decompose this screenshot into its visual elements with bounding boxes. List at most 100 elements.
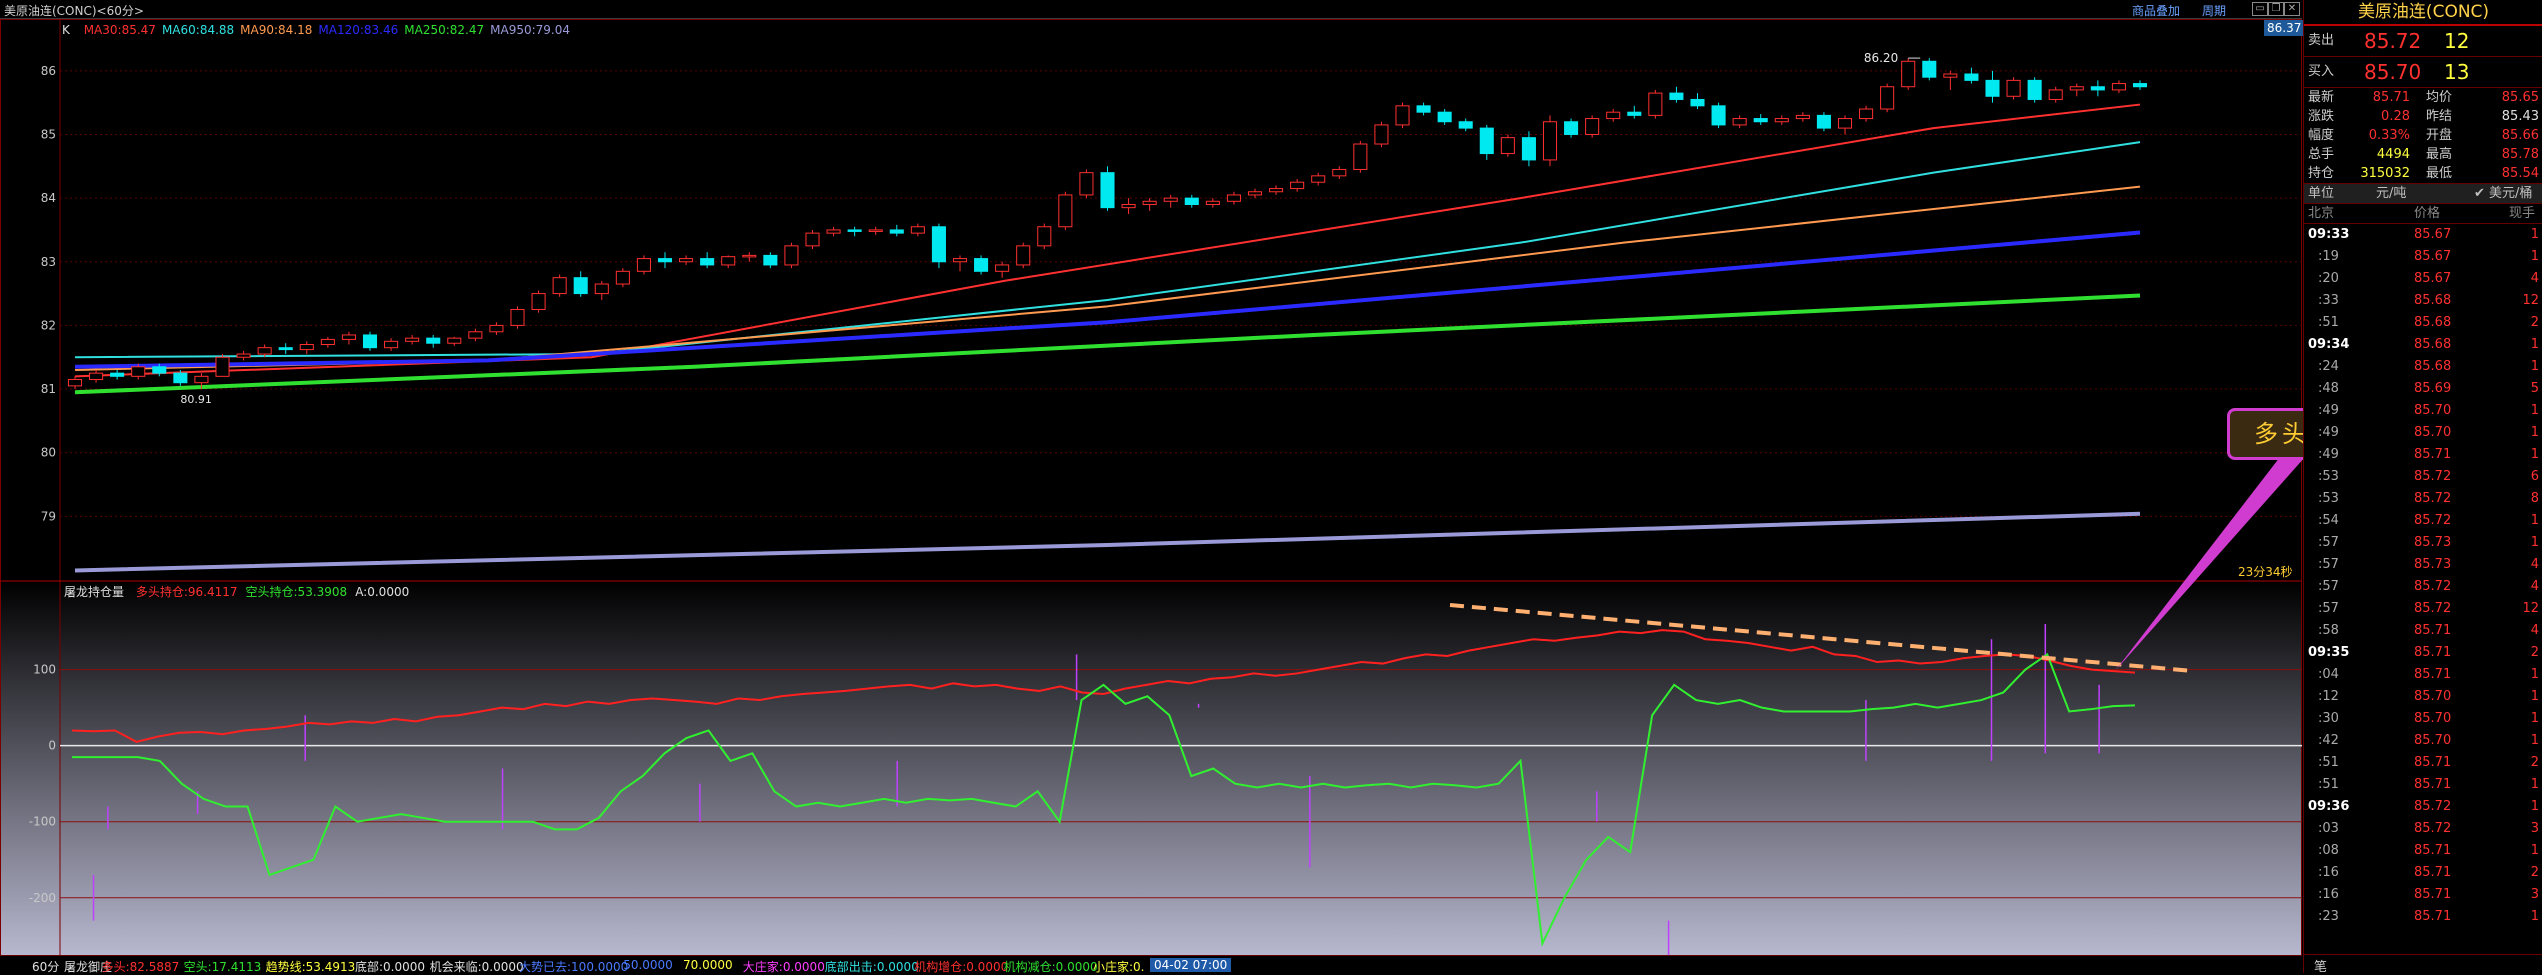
- candle-up: [67, 379, 83, 387]
- candle-up: [320, 338, 335, 346]
- tick-row[interactable]: :04 85.71 1: [2304, 664, 2542, 686]
- tick-volume: 1: [2530, 909, 2539, 924]
- kline-chart[interactable]: 86 85 84 83 82 81 80 79 100 0 -100 -200 86.20 80.91: [0, 19, 2305, 959]
- tick-row[interactable]: :49 85.71 1: [2304, 444, 2542, 466]
- tick-row[interactable]: 09:35 85.71 2: [2304, 642, 2542, 664]
- k-label: K: [62, 23, 70, 37]
- candle-down: [1711, 105, 1726, 126]
- tick-row[interactable]: 09:36 85.72 1: [2304, 796, 2542, 818]
- ma-legend-item: MA90:84.18: [240, 23, 313, 37]
- candle-up: [510, 309, 525, 326]
- tick-row[interactable]: :51 85.71 1: [2304, 774, 2542, 796]
- tick-time: :03: [2318, 821, 2339, 836]
- overlay-menu[interactable]: 商品叠加: [2132, 2, 2180, 19]
- tick-row[interactable]: :03 85.72 3: [2304, 818, 2542, 840]
- candle-down: [1753, 118, 1768, 123]
- candle-down: [1521, 137, 1536, 161]
- tick-volume: 1: [2530, 711, 2539, 726]
- price-tick-label: 83: [41, 255, 56, 269]
- candle-up: [1732, 118, 1747, 126]
- tick-volume: 1: [2530, 425, 2539, 440]
- indicator-legend-item: 空头持仓:53.3908: [245, 585, 348, 599]
- ma-legend-item: MA60:84.88: [161, 23, 235, 37]
- candle-down: [1690, 98, 1705, 107]
- tick-row[interactable]: :33 85.68 12: [2304, 290, 2542, 312]
- tick-row[interactable]: :19 85.67 1: [2304, 246, 2542, 268]
- tick-row[interactable]: :54 85.72 1: [2304, 510, 2542, 532]
- unit-usd-checkbox[interactable]: ✔ 美元/桶: [2474, 184, 2532, 203]
- tick-time: :16: [2318, 865, 2339, 880]
- ma-legend-item: MA120:83.46: [318, 23, 399, 37]
- tick-row[interactable]: :08 85.71 1: [2304, 840, 2542, 862]
- candle-down: [1669, 92, 1684, 100]
- tick-volume: 3: [2530, 821, 2539, 836]
- tick-row[interactable]: 09:34 85.68 1: [2304, 334, 2542, 356]
- stat-value: 85.54: [2501, 166, 2539, 181]
- candle-up: [1774, 118, 1789, 123]
- stat-row: 最新 85.71 均价 85.65: [2304, 88, 2542, 107]
- candle-down: [1564, 121, 1579, 135]
- tick-volume: 3: [2530, 887, 2539, 902]
- candle-up: [299, 344, 314, 351]
- candle-down: [2090, 86, 2105, 91]
- tick-row[interactable]: :53 85.72 6: [2304, 466, 2542, 488]
- indicator-name: 屠龙持仓量: [64, 585, 125, 599]
- tick-row[interactable]: :53 85.72 8: [2304, 488, 2542, 510]
- stat-label: 开盘: [2426, 128, 2453, 143]
- tick-row[interactable]: 09:33 85.67 1: [2304, 224, 2542, 246]
- candle-down: [2027, 79, 2042, 100]
- candle-up: [594, 283, 609, 295]
- unit-row[interactable]: 单位 元/吨 ✔ 美元/桶: [2304, 184, 2542, 204]
- tick-row[interactable]: :24 85.68 1: [2304, 356, 2542, 378]
- candle-down: [173, 372, 188, 384]
- chart-area[interactable]: 86 85 84 83 82 81 80 79 100 0 -100 -200 86.20 80.91: [0, 19, 2305, 959]
- tick-row[interactable]: :51 85.68 2: [2304, 312, 2542, 334]
- tick-row[interactable]: :16 85.71 2: [2304, 862, 2542, 884]
- bid-row[interactable]: 买入 85.70 13: [2304, 57, 2542, 88]
- tick-row[interactable]: :16 85.71 3: [2304, 884, 2542, 906]
- tick-time: 09:36: [2308, 799, 2350, 814]
- tick-row[interactable]: :48 85.69 5: [2304, 378, 2542, 400]
- close-icon[interactable]: ✕: [2284, 2, 2300, 16]
- tick-row[interactable]: :57 85.73 1: [2304, 532, 2542, 554]
- ask-row[interactable]: 卖出 85.72 12: [2304, 26, 2542, 57]
- candle-up: [1142, 200, 1157, 205]
- tick-row[interactable]: :57 85.72 4: [2304, 576, 2542, 598]
- candle-up: [910, 226, 925, 234]
- tick-volume: 1: [2530, 403, 2539, 418]
- tick-row[interactable]: :23 85.71 1: [2304, 906, 2542, 928]
- tick-row[interactable]: :57 85.73 4: [2304, 554, 2542, 576]
- tick-row[interactable]: :30 85.70 1: [2304, 708, 2542, 730]
- ma-legend-item: MA950:79.04: [490, 23, 571, 37]
- candle-up: [384, 340, 399, 349]
- panel-footer: 笔: [2304, 954, 2542, 975]
- formula-value: 趋势线:53.4913: [265, 960, 356, 974]
- tick-row[interactable]: :51 85.71 2: [2304, 752, 2542, 774]
- candle-up: [405, 337, 420, 342]
- tick-list[interactable]: 09:33 85.67 1:19 85.67 1:20 85.67 4:33 85.68 12:…: [2304, 224, 2542, 928]
- tick-volume: 8: [2530, 491, 2539, 506]
- tick-row[interactable]: :20 85.67 4: [2304, 268, 2542, 290]
- tick-row[interactable]: :49 85.70 1: [2304, 422, 2542, 444]
- tick-row[interactable]: :57 85.72 12: [2304, 598, 2542, 620]
- unit-value[interactable]: 元/吨: [2376, 184, 2406, 203]
- period-menu[interactable]: 周期: [2202, 2, 2226, 19]
- price-tick-label: 80: [41, 446, 56, 460]
- candle-up: [1226, 194, 1241, 202]
- tick-row[interactable]: :58 85.71 4: [2304, 620, 2542, 642]
- minimize-icon[interactable]: ▭: [2252, 2, 2268, 16]
- tick-row[interactable]: :42 85.70 1: [2304, 730, 2542, 752]
- ticks-header: 北京 价格 现手: [2304, 204, 2542, 224]
- candle-down: [1437, 111, 1452, 123]
- tick-tab[interactable]: 笔: [2314, 956, 2327, 975]
- tick-row[interactable]: :49 85.70 1: [2304, 400, 2542, 422]
- tick-price: 85.70: [2414, 425, 2452, 440]
- stat-row: 幅度 0.33% 开盘 85.66: [2304, 126, 2542, 145]
- tick-row[interactable]: :12 85.70 1: [2304, 686, 2542, 708]
- formula-value: 大势已去:100.0000: [519, 960, 629, 974]
- stat-value: 0.33%: [2368, 128, 2410, 143]
- restore-icon[interactable]: ❐: [2268, 2, 2284, 16]
- candle-up: [341, 334, 356, 340]
- stat-value: 85.66: [2501, 128, 2539, 143]
- countdown-timer: 23分34秒: [2238, 565, 2293, 579]
